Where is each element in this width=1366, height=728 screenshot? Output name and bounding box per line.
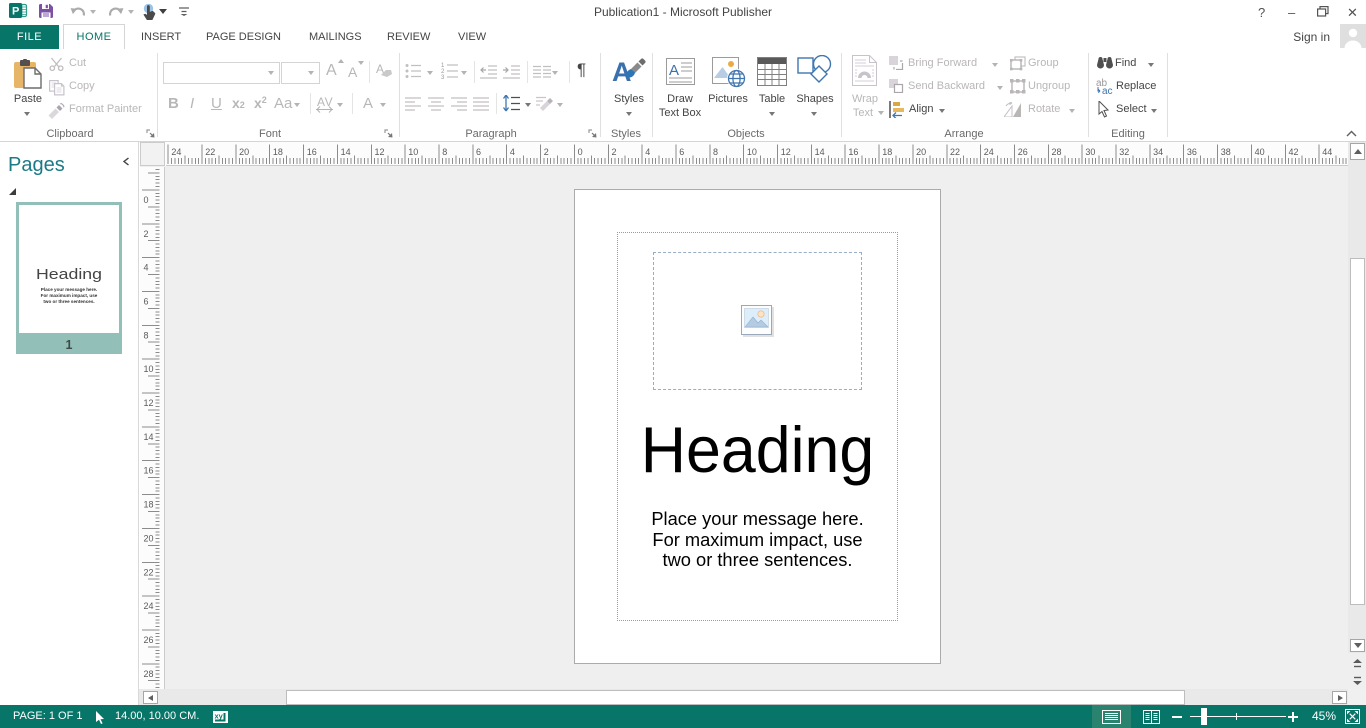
svg-text:18: 18	[273, 147, 283, 157]
svg-text:24: 24	[171, 147, 181, 157]
svg-text:3: 3	[441, 75, 445, 80]
svg-text:22: 22	[950, 147, 960, 157]
svg-text:ac: ac	[1102, 86, 1113, 95]
svg-text:16: 16	[848, 147, 858, 157]
svg-text:4: 4	[645, 147, 650, 157]
svg-text:10: 10	[408, 147, 418, 157]
svg-text:32: 32	[1119, 147, 1129, 157]
svg-text:40: 40	[1255, 147, 1265, 157]
svg-text:10: 10	[144, 364, 154, 374]
svg-text:44: 44	[1322, 147, 1332, 157]
svg-text:12: 12	[375, 147, 385, 157]
svg-text:36: 36	[1187, 147, 1197, 157]
svg-text:22: 22	[144, 567, 154, 577]
svg-text:20: 20	[916, 147, 926, 157]
svg-text:24: 24	[984, 147, 994, 157]
svg-text:10: 10	[747, 147, 757, 157]
svg-text:14: 14	[815, 147, 825, 157]
svg-text:14: 14	[144, 432, 154, 442]
svg-text:14: 14	[341, 147, 351, 157]
svg-text:2: 2	[612, 147, 617, 157]
svg-text:30: 30	[1085, 147, 1095, 157]
svg-text:34: 34	[1153, 147, 1163, 157]
svg-text:xy: xy	[215, 712, 224, 721]
svg-text:18: 18	[144, 500, 154, 510]
svg-text:42: 42	[1289, 147, 1299, 157]
svg-text:26: 26	[144, 635, 154, 645]
svg-text:4: 4	[510, 147, 515, 157]
svg-text:28: 28	[144, 669, 154, 679]
svg-text:20: 20	[144, 533, 154, 543]
svg-text:A: A	[669, 62, 679, 79]
svg-text:18: 18	[882, 147, 892, 157]
svg-text:22: 22	[205, 147, 215, 157]
svg-text:8: 8	[144, 330, 149, 340]
svg-text:0: 0	[578, 147, 583, 157]
svg-text:2: 2	[544, 147, 549, 157]
svg-text:26: 26	[1018, 147, 1028, 157]
svg-text:20: 20	[239, 147, 249, 157]
svg-text:24: 24	[144, 601, 154, 611]
svg-text:6: 6	[476, 147, 481, 157]
svg-text:38: 38	[1221, 147, 1231, 157]
svg-text:12: 12	[781, 147, 791, 157]
svg-text:2: 2	[144, 229, 149, 239]
svg-text:0: 0	[144, 195, 149, 205]
svg-text:16: 16	[144, 466, 154, 476]
svg-text:8: 8	[713, 147, 718, 157]
svg-text:28: 28	[1052, 147, 1062, 157]
svg-text:6: 6	[679, 147, 684, 157]
svg-text:4: 4	[144, 263, 149, 273]
svg-text:8: 8	[442, 147, 447, 157]
svg-text:12: 12	[144, 398, 154, 408]
svg-text:16: 16	[307, 147, 317, 157]
svg-text:6: 6	[144, 297, 149, 307]
